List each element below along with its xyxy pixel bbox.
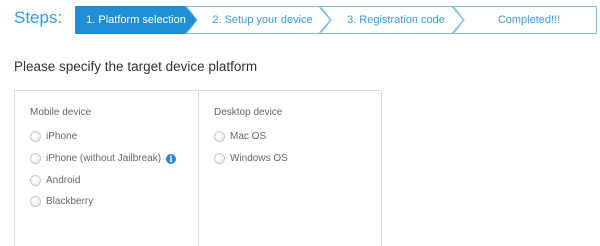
option-windows-os[interactable]: Windows OS <box>214 153 288 164</box>
option-label: Windows OS <box>230 153 288 164</box>
option-label: Mac OS <box>230 131 267 142</box>
step-track: 1. Platform selection 2. Setup your devi… <box>75 6 597 34</box>
steps-title: Steps: <box>14 8 63 27</box>
step-label: 2. Setup your device <box>212 14 313 26</box>
mobile-device-column: Mobile device iPhone iPhone (without Jai… <box>15 91 199 246</box>
option-label: Blackberry <box>46 196 94 207</box>
step-completed[interactable]: Completed!!! <box>453 6 597 34</box>
radio-mac-os[interactable] <box>214 131 225 142</box>
radio-android[interactable] <box>30 175 41 186</box>
step-platform-selection[interactable]: 1. Platform selection <box>75 6 197 34</box>
mobile-device-heading: Mobile device <box>30 107 92 118</box>
option-iphone[interactable]: iPhone <box>30 131 77 142</box>
option-mac-os[interactable]: Mac OS <box>214 131 266 142</box>
radio-windows-os[interactable] <box>214 153 225 164</box>
option-label: Android <box>46 175 81 186</box>
platform-panel: Mobile device iPhone iPhone (without Jai… <box>14 90 382 246</box>
step-label: 3. Registration code <box>347 14 445 26</box>
desktop-device-column: Desktop device Mac OS Windows OS <box>199 91 382 246</box>
info-icon[interactable]: i <box>166 153 177 164</box>
option-blackberry[interactable]: Blackberry <box>30 196 93 207</box>
radio-blackberry[interactable] <box>30 196 41 207</box>
step-setup-device[interactable]: 2. Setup your device <box>186 6 331 34</box>
radio-iphone-without-jailbreak[interactable] <box>30 153 41 164</box>
step-registration-code[interactable]: 3. Registration code <box>320 6 464 34</box>
option-iphone-without-jailbreak[interactable]: iPhone (without Jailbreak) i <box>30 153 177 164</box>
radio-iphone[interactable] <box>30 131 41 142</box>
step-label: 1. Platform selection <box>86 14 186 26</box>
step-label: Completed!!! <box>497 14 561 26</box>
wizard-steps-bar: Steps: 1. Platform selection 2. Setup yo… <box>0 0 600 44</box>
option-label: iPhone (without Jailbreak) <box>46 153 162 164</box>
option-label: iPhone <box>46 131 78 142</box>
option-android[interactable]: Android <box>30 175 80 186</box>
page-title: Please specify the target device platfor… <box>14 59 258 74</box>
desktop-device-heading: Desktop device <box>214 107 283 118</box>
